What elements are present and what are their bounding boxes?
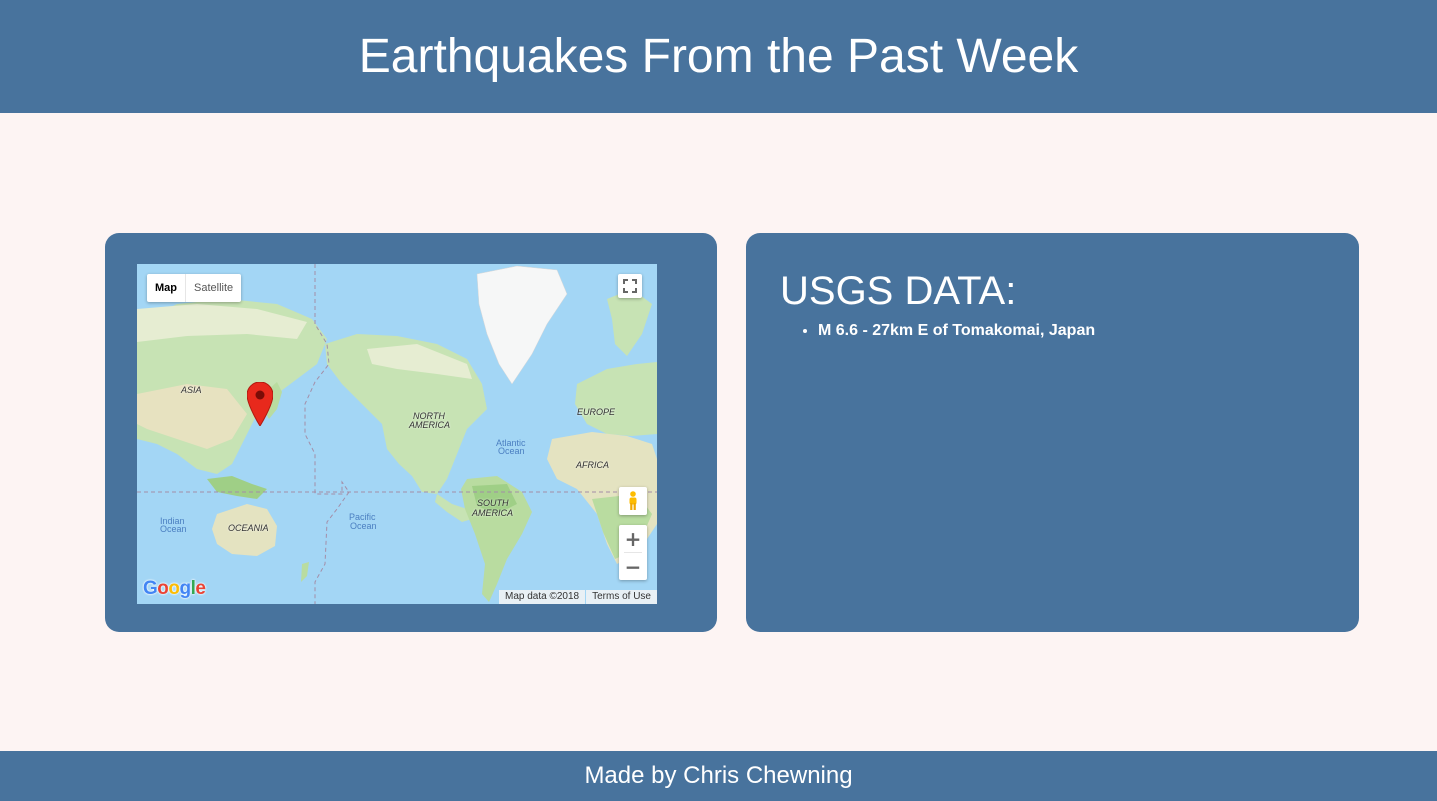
- map-type-satellite-button[interactable]: Satellite: [186, 274, 241, 302]
- earthquake-map[interactable]: ASIA NORTH AMERICA EUROPE AFRICA SOUTH A…: [137, 264, 657, 604]
- label-oceania: OCEANIA: [228, 523, 269, 533]
- map-type-map-button[interactable]: Map: [147, 274, 186, 302]
- usgs-data-panel: USGS DATA: M 6.6 - 27km E of Tomakomai, …: [746, 233, 1359, 632]
- google-logo[interactable]: Google: [143, 578, 206, 600]
- terms-of-use-link[interactable]: Terms of Use: [586, 590, 657, 604]
- footer-credit: Made by Chris Chewning: [584, 762, 853, 789]
- page-footer: Made by Chris Chewning: [0, 751, 1437, 801]
- map-attribution: Map data ©2018 Terms of Use: [499, 590, 657, 604]
- earthquake-list-item: M 6.6 - 27km E of Tomakomai, Japan: [818, 321, 1095, 341]
- logo-letter-o1: o: [157, 578, 169, 599]
- zoom-control: + −: [619, 525, 647, 580]
- page-title: Earthquakes From the Past Week: [358, 30, 1079, 83]
- page-header: Earthquakes From the Past Week: [0, 0, 1437, 113]
- usgs-data-title: USGS DATA:: [780, 269, 1017, 313]
- fullscreen-button[interactable]: [618, 274, 642, 298]
- label-north-america-2: AMERICA: [409, 420, 451, 430]
- zoom-out-button[interactable]: −: [619, 553, 647, 580]
- logo-letter-g: G: [143, 578, 158, 599]
- earthquake-list: M 6.6 - 27km E of Tomakomai, Japan: [780, 321, 1095, 341]
- zoom-in-button[interactable]: +: [619, 525, 647, 552]
- label-europe: EUROPE: [577, 407, 616, 417]
- logo-letter-o2: o: [168, 578, 180, 599]
- map-data-credit: Map data ©2018: [499, 590, 586, 604]
- map-panel: ASIA NORTH AMERICA EUROPE AFRICA SOUTH A…: [105, 233, 717, 632]
- fullscreen-icon: [623, 279, 637, 293]
- logo-letter-g2: g: [179, 578, 192, 599]
- label-pacific-2: Ocean: [350, 521, 377, 531]
- map-type-control: Map Satellite: [147, 274, 242, 302]
- label-africa: AFRICA: [576, 460, 610, 470]
- label-south-america-2: AMERICA: [472, 508, 514, 518]
- label-south-america-1: SOUTH: [477, 498, 509, 508]
- label-asia: ASIA: [181, 385, 202, 395]
- logo-letter-e: e: [195, 578, 206, 599]
- pegman-icon: [629, 491, 637, 510]
- street-view-pegman-button[interactable]: [619, 487, 647, 515]
- map-base-layer: [137, 264, 657, 604]
- label-atlantic-2: Ocean: [498, 446, 525, 456]
- label-indian-2: Ocean: [160, 524, 187, 534]
- earthquake-marker-icon[interactable]: [247, 382, 273, 426]
